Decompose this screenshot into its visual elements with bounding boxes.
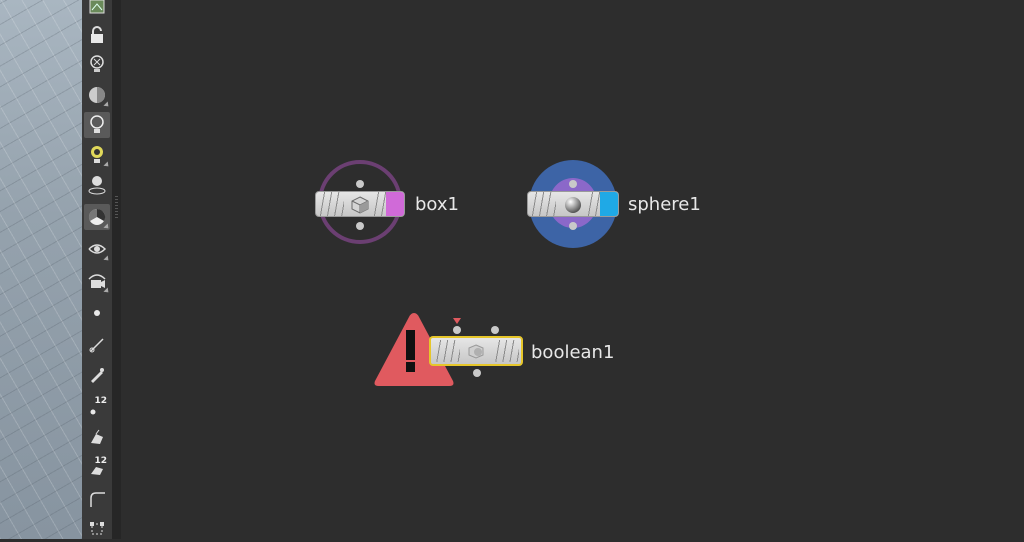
transform-icon[interactable] — [84, 516, 110, 542]
light-add-icon[interactable] — [84, 142, 111, 169]
shading-icon[interactable] — [84, 82, 111, 109]
node-body[interactable] — [527, 191, 619, 217]
input-marker-icon — [453, 318, 461, 324]
point-icon[interactable] — [84, 300, 110, 326]
curve-icon[interactable] — [84, 486, 110, 512]
display-flag[interactable] — [386, 192, 404, 216]
node-label: boolean1 — [531, 342, 615, 363]
node-body[interactable] — [315, 191, 405, 217]
close-light-icon[interactable] — [84, 52, 110, 78]
sphere-icon — [563, 195, 583, 215]
input-port-b[interactable] — [491, 326, 499, 334]
radiation-icon[interactable] — [84, 204, 111, 231]
prim-number-icon[interactable]: 12 — [84, 454, 110, 480]
boolean-icon — [466, 342, 486, 362]
light-target-icon[interactable] — [84, 172, 110, 198]
node-label: sphere1 — [628, 194, 701, 215]
camera-visibility-icon[interactable] — [84, 268, 111, 295]
prim-icon[interactable] — [84, 424, 110, 450]
lock-icon[interactable] — [84, 22, 110, 48]
box1-node[interactable]: box1 — [315, 158, 459, 254]
prim-number-badge: 12 — [94, 456, 107, 466]
box-icon — [350, 195, 370, 215]
boolean1-node[interactable]: boolean1 — [371, 310, 631, 390]
error-glyph-bar — [406, 330, 415, 360]
scene-viewport[interactable] — [0, 0, 82, 539]
light-bulb-icon[interactable] — [84, 112, 110, 138]
output-port[interactable] — [569, 222, 577, 230]
sphere1-node[interactable]: sphere1 — [527, 158, 727, 254]
point-number-badge: 12 — [94, 396, 107, 406]
output-port[interactable] — [356, 222, 364, 230]
visibility-icon[interactable] — [84, 236, 111, 263]
display-flag[interactable] — [600, 192, 618, 216]
edge-icon[interactable] — [84, 332, 110, 358]
output-port[interactable] — [473, 369, 481, 377]
node-body[interactable] — [429, 336, 523, 366]
pen-icon[interactable] — [84, 362, 110, 388]
input-port-a[interactable] — [453, 326, 461, 334]
network-editor[interactable]: box1 sphere1 boolean1 — [121, 0, 1024, 539]
pane-divider[interactable] — [112, 0, 121, 539]
node-label: box1 — [415, 194, 459, 215]
point-number-icon[interactable]: 12 — [84, 394, 110, 420]
viewport-toolbar: 12 12 — [82, 0, 113, 539]
display-options-icon[interactable] — [84, 0, 110, 20]
error-glyph-dot — [406, 362, 415, 372]
input-port[interactable] — [356, 180, 364, 188]
input-port[interactable] — [569, 180, 577, 188]
divider-grip[interactable] — [115, 196, 118, 220]
viewport-grid — [0, 0, 82, 539]
